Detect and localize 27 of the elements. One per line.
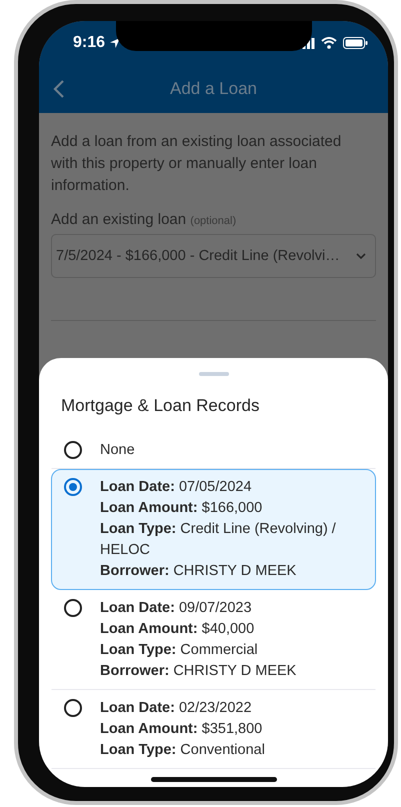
radio-button[interactable] [64,699,82,717]
option-text: Loan Type: Conventional [100,741,265,760]
screen-title: Add a Loan [170,79,257,99]
sheet-title: Mortgage & Loan Records [61,396,260,416]
loan-option[interactable]: Loan Date: 09/07/2023 Loan Amount: $40,000 Loan Type: Commercial Borrower: CHRISTY D MEEK [51,590,376,690]
drag-handle[interactable] [198,372,228,376]
option-text: Loan Amount: $351,800 [100,720,264,739]
option-text: Loan Amount: $40,000 [100,620,256,639]
option-text: Borrower: CHRISTY D MEEK [100,662,296,681]
loan-option[interactable]: Loan Date: 07/05/2024 Loan Amount: $166,000 Loan Type: Credit Line (Revolving) / HELOC Borrower: CHRISTY D MEEK [51,469,376,590]
wifi-icon [321,37,337,49]
option-text: Borrower: CHRISTY D MEEK [100,562,298,581]
option-text: Loan Amount: $166,000 [100,499,264,518]
back-chevron-icon [53,79,65,99]
intro-text: Add a loan from an existing loan associated with this property or manually enter loan information. [51,132,342,196]
option-text: Loan Date: 07/05/2024 [100,478,253,497]
option-text: None [100,441,135,460]
chevron-down-icon [355,252,367,260]
radio-button[interactable] [64,478,82,496]
option-text: Loan Type: Credit Line (Revolving) / HELOC [100,520,337,560]
radio-button[interactable] [64,441,82,459]
battery-icon [343,37,368,49]
loan-option[interactable]: Loan Date: 02/23/2022 Loan Amount: $351,800 Loan Type: Conventional [51,690,376,769]
option-text: Loan Type: Commercial [100,641,259,660]
option-text: Loan Date: 02/23/2022 [100,699,253,718]
radio-button[interactable] [64,599,82,617]
option-text: Loan Date: 09/07/2023 [100,599,253,618]
